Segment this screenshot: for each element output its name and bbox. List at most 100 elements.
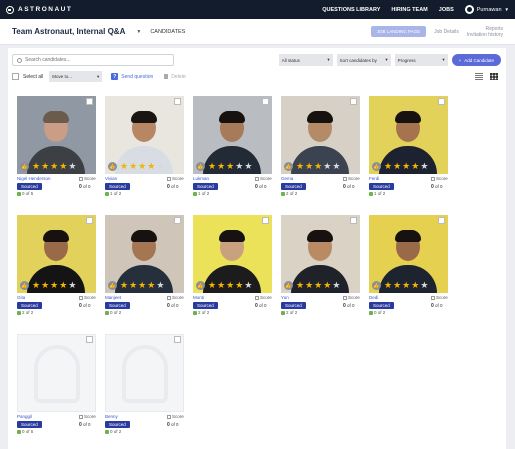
score-checkbox[interactable] <box>343 176 347 181</box>
star-icon[interactable]: ★ <box>393 162 401 171</box>
candidate-checkbox[interactable] <box>86 98 93 105</box>
candidate-video-thumbnail[interactable]: 👍 ★ ★ ★ ★ ★ <box>193 96 272 174</box>
score-toggle[interactable]: Score <box>167 414 184 419</box>
star-icon[interactable]: ★ <box>384 281 392 290</box>
select-all-checkbox[interactable] <box>12 73 19 80</box>
thumbs-up-icon[interactable]: 👍 <box>196 281 205 290</box>
candidate-card[interactable]: 👍 ★ ★ ★ ★ ★ Ferdi Sourced 1 of 2 Score 0 of 0 <box>369 96 448 196</box>
star-icon[interactable]: ★ <box>208 281 216 290</box>
star-icon[interactable]: ★ <box>129 281 137 290</box>
star-rating[interactable]: 👍 ★ ★ ★ ★ ★ <box>108 162 164 171</box>
candidate-video-thumbnail[interactable]: 👍 ★ ★ ★ ★ ★ <box>193 215 272 293</box>
thumbs-up-icon[interactable]: 👍 <box>108 162 117 171</box>
candidate-checkbox[interactable] <box>174 336 181 343</box>
star-icon[interactable]: ★ <box>305 281 313 290</box>
placeholder-avatar[interactable] <box>105 334 184 412</box>
score-toggle[interactable]: Score <box>167 295 184 300</box>
star-icon[interactable]: ★ <box>68 162 76 171</box>
star-rating[interactable]: 👍 ★ ★ ★ ★ ★ <box>284 281 340 290</box>
star-icon[interactable]: ★ <box>226 281 234 290</box>
star-icon[interactable]: ★ <box>226 162 234 171</box>
star-icon[interactable]: ★ <box>244 281 252 290</box>
star-icon[interactable]: ★ <box>305 162 313 171</box>
star-icon[interactable]: ★ <box>156 281 164 290</box>
star-icon[interactable]: ★ <box>235 162 243 171</box>
star-icon[interactable]: ★ <box>393 281 401 290</box>
star-rating[interactable]: 👍 ★ ★ ★ ★ ★ <box>372 162 428 171</box>
candidate-video-thumbnail[interactable]: 👍 ★ ★ ★ ★ ★ <box>369 96 448 174</box>
candidate-checkbox[interactable] <box>86 336 93 343</box>
candidate-checkbox[interactable] <box>262 217 269 224</box>
star-icon[interactable]: ★ <box>138 162 146 171</box>
star-icon[interactable]: ★ <box>129 162 137 171</box>
candidate-name[interactable]: Gita <box>17 295 25 300</box>
star-icon[interactable]: ★ <box>217 281 225 290</box>
score-checkbox[interactable] <box>431 176 435 181</box>
star-icon[interactable]: ★ <box>244 162 252 171</box>
candidate-name[interactable]: Gema <box>281 176 293 181</box>
search-box[interactable] <box>12 54 174 66</box>
candidate-card[interactable]: 👍 ★ ★ ★ ★ ★ Yun Sourced 2 of 2 Score 0 of 0 <box>281 215 360 315</box>
score-checkbox[interactable] <box>255 295 259 300</box>
score-checkbox[interactable] <box>343 295 347 300</box>
progress-filter[interactable]: Progress ▾ <box>394 54 448 66</box>
delete-button[interactable]: Delete <box>164 74 186 80</box>
score-toggle[interactable]: Score <box>167 176 184 181</box>
candidate-card[interactable]: Panggil Sourced 0 of 5 Score 0 of 0 <box>17 334 96 434</box>
star-rating[interactable]: 👍 ★ ★ ★ ★ ★ <box>20 162 76 171</box>
user-menu[interactable]: Purnawan ▼ <box>464 5 509 14</box>
candidate-name[interactable]: Dedi <box>369 295 378 300</box>
star-icon[interactable]: ★ <box>59 281 67 290</box>
placeholder-avatar[interactable] <box>17 334 96 412</box>
star-icon[interactable]: ★ <box>138 281 146 290</box>
star-icon[interactable]: ★ <box>420 162 428 171</box>
star-icon[interactable]: ★ <box>411 162 419 171</box>
candidate-video-thumbnail[interactable]: 👍 ★ ★ ★ ★ ★ <box>17 96 96 174</box>
thumbs-up-icon[interactable]: 👍 <box>284 162 293 171</box>
tab-candidates[interactable]: CANDIDATES <box>150 29 185 35</box>
star-icon[interactable]: ★ <box>68 281 76 290</box>
thumbs-up-icon[interactable]: 👍 <box>108 281 117 290</box>
job-landing-page-button[interactable]: JOB LANDING PAGE <box>370 26 427 37</box>
candidate-name[interactable]: Manjeet <box>105 295 121 300</box>
candidate-card[interactable]: Benny Sourced 0 of 2 Score 0 of 0 <box>105 334 184 434</box>
candidate-name[interactable]: Ferdi <box>369 176 379 181</box>
candidate-card[interactable]: 👍 ★ ★ ★ ★ ★ Dedi Sourced 0 of 2 Score 0 of 0 <box>369 215 448 315</box>
star-rating[interactable]: 👍 ★ ★ ★ ★ ★ <box>20 281 76 290</box>
candidate-card[interactable]: 👍 ★ ★ ★ ★ ★ Manjeet Sourced 0 of 2 Score 0 of… <box>105 215 184 315</box>
logo[interactable]: ASTRONAUT <box>6 5 72 14</box>
candidate-name[interactable]: Yun <box>281 295 289 300</box>
thumbs-up-icon[interactable]: 👍 <box>372 162 381 171</box>
star-rating[interactable]: 👍 ★ ★ ★ ★ ★ <box>196 162 252 171</box>
score-toggle[interactable]: Score <box>255 295 272 300</box>
candidate-checkbox[interactable] <box>86 217 93 224</box>
star-icon[interactable]: ★ <box>32 162 40 171</box>
job-details-link[interactable]: Job Details <box>434 29 459 35</box>
candidate-video-thumbnail[interactable]: 👍 ★ ★ ★ ★ ★ <box>281 96 360 174</box>
score-checkbox[interactable] <box>167 295 171 300</box>
star-rating[interactable]: 👍 ★ ★ ★ ★ ★ <box>372 281 428 290</box>
score-checkbox[interactable] <box>79 414 83 419</box>
thumbs-up-icon[interactable]: 👍 <box>372 281 381 290</box>
star-icon[interactable]: ★ <box>323 281 331 290</box>
score-toggle[interactable]: Score <box>79 176 96 181</box>
score-toggle[interactable]: Score <box>431 295 448 300</box>
star-icon[interactable]: ★ <box>41 281 49 290</box>
candidate-checkbox[interactable] <box>174 98 181 105</box>
move-to-select[interactable]: Move to... ▾ <box>49 71 103 82</box>
star-icon[interactable]: ★ <box>402 281 410 290</box>
star-icon[interactable]: ★ <box>384 162 392 171</box>
search-input[interactable] <box>25 57 165 63</box>
candidate-video-thumbnail[interactable]: 👍 ★ ★ ★ ★ ★ <box>281 215 360 293</box>
candidate-checkbox[interactable] <box>174 217 181 224</box>
candidate-name[interactable]: Vivian <box>105 176 117 181</box>
candidate-card[interactable]: 👍 ★ ★ ★ ★ ★ Gita Sourced 2 of 2 Score 0 of 0 <box>17 215 96 315</box>
score-toggle[interactable]: Score <box>255 176 272 181</box>
candidate-card[interactable]: 👍 ★ ★ ★ ★ ★ Gema Sourced 2 of 2 Score 0 of 0 <box>281 96 360 196</box>
star-icon[interactable]: ★ <box>208 162 216 171</box>
score-checkbox[interactable] <box>167 414 171 419</box>
candidate-checkbox[interactable] <box>438 98 445 105</box>
star-icon[interactable]: ★ <box>314 281 322 290</box>
candidate-checkbox[interactable] <box>438 217 445 224</box>
status-filter[interactable]: All status ▾ <box>278 54 333 66</box>
